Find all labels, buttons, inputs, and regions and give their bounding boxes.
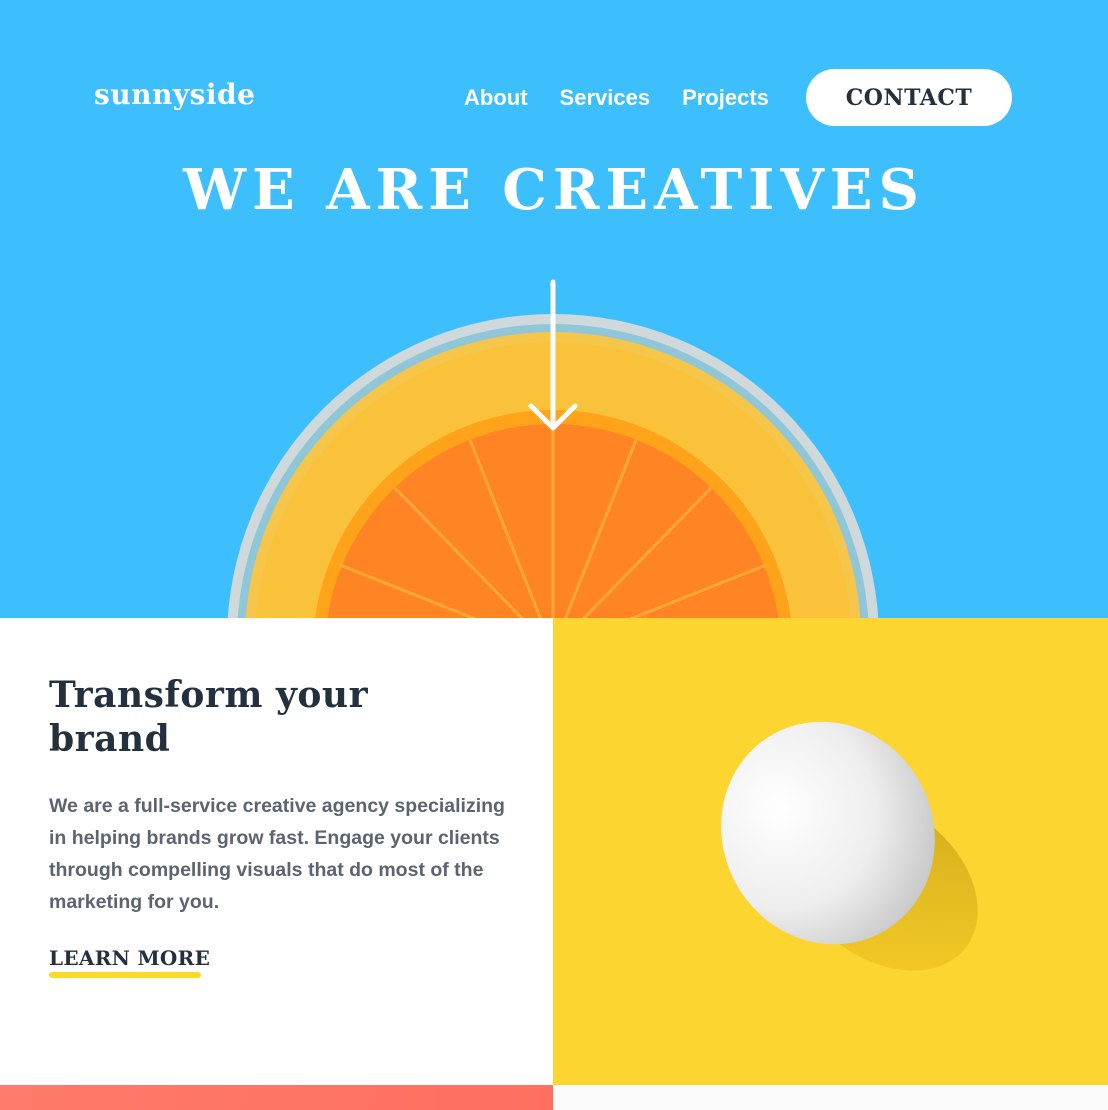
contact-button[interactable]: CONTACT (806, 69, 1012, 126)
nav-about[interactable]: About (464, 85, 528, 111)
nav-projects[interactable]: Projects (682, 85, 769, 111)
hero-section: sunnyside About Services Projects CONTAC… (0, 0, 1108, 618)
learn-more-link[interactable]: LEARN MORE (49, 946, 210, 970)
nav-services[interactable]: Services (560, 85, 651, 111)
bottom-strip-left (0, 1085, 553, 1110)
feature-image-egg (553, 618, 1108, 1085)
feature-title: Transform your brand (49, 674, 369, 760)
feature-description: We are a full-service creative agency sp… (49, 795, 505, 913)
logo[interactable]: sunnyside (94, 78, 255, 111)
learn-more-underline (49, 972, 201, 978)
arrow-down-icon[interactable] (526, 276, 580, 436)
hero-title: WE ARE CREATIVES (183, 157, 925, 223)
bottom-strip-right (553, 1085, 1108, 1110)
main-nav: About Services Projects (464, 69, 801, 126)
